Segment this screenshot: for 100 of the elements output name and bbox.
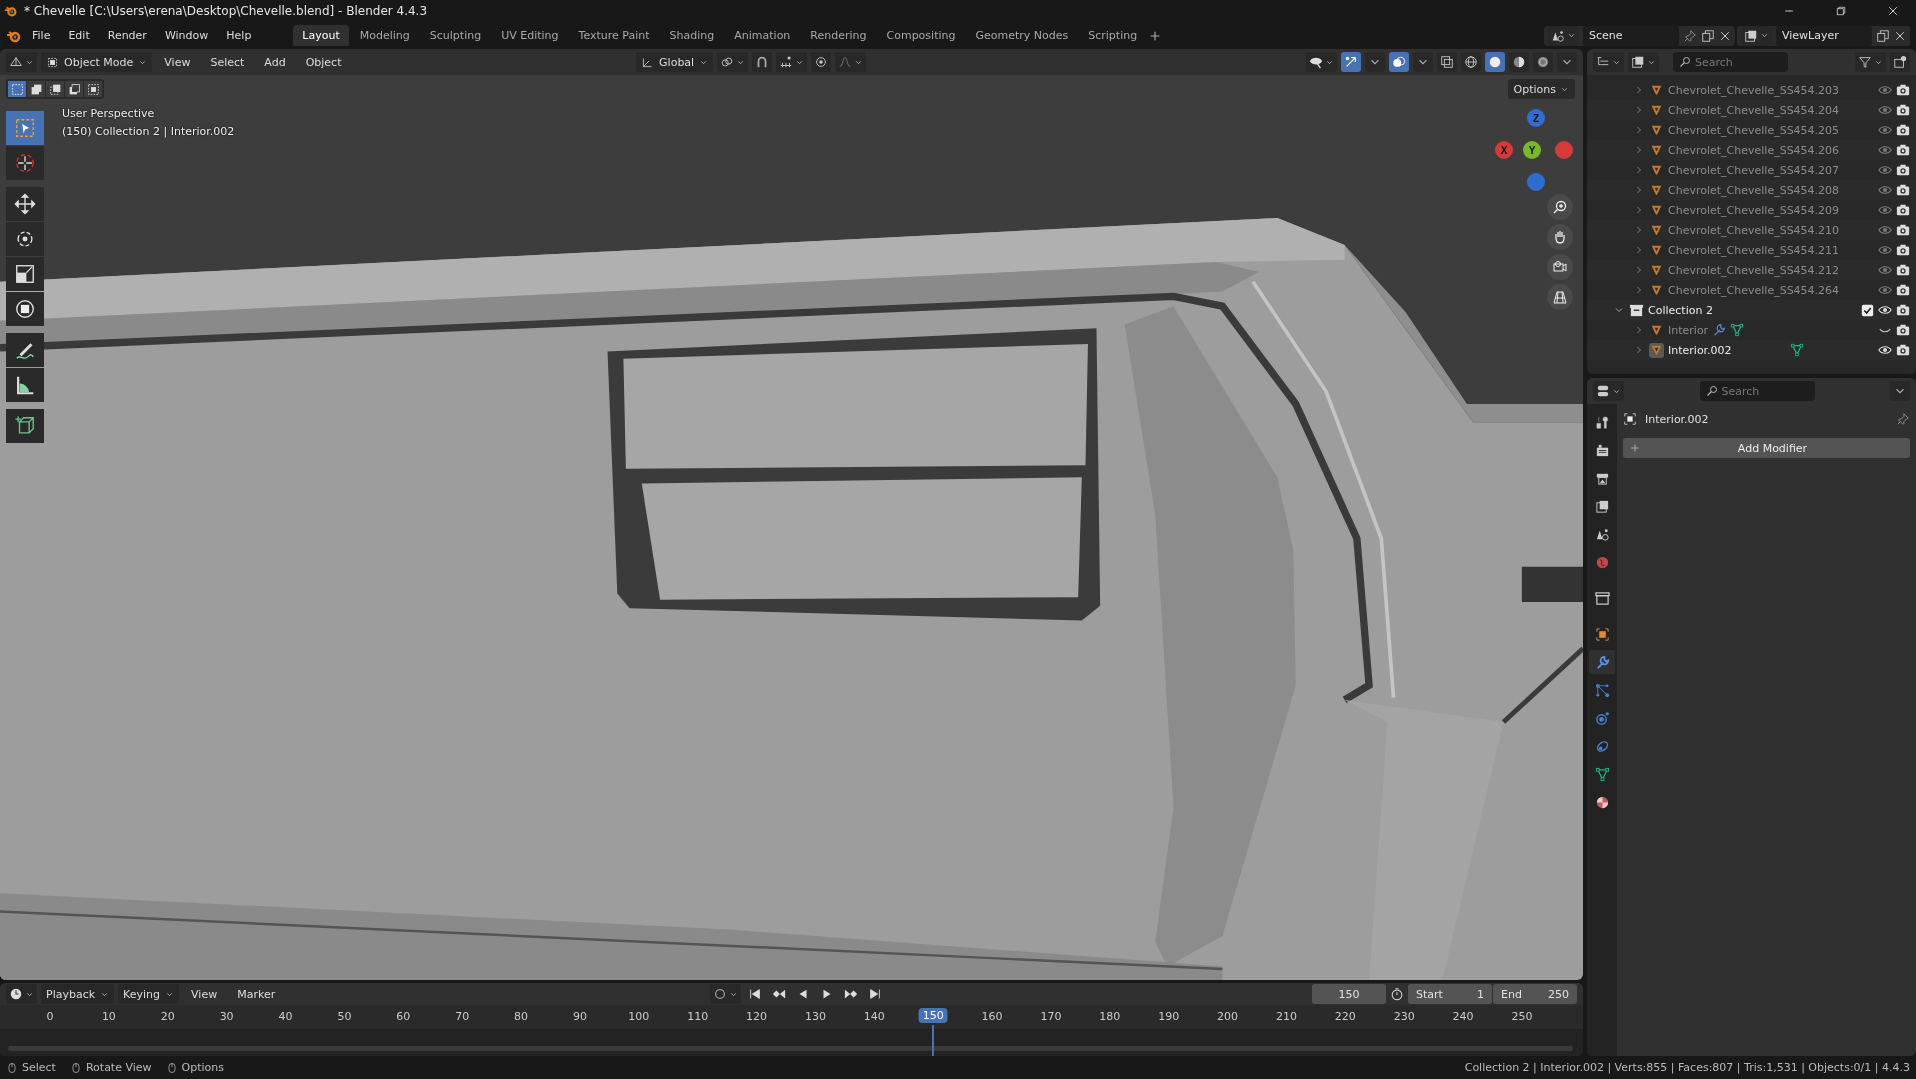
camera-view-button[interactable] (1547, 254, 1573, 280)
mesh-object-icon[interactable] (1649, 342, 1664, 358)
visibility-button[interactable] (1306, 52, 1337, 72)
camera-icon[interactable] (1896, 83, 1910, 97)
workspace-tab[interactable]: Compositing (877, 25, 965, 46)
measure-tool[interactable] (6, 368, 44, 402)
display-mode-button[interactable] (1628, 52, 1659, 72)
menu-item[interactable]: Help (218, 26, 260, 45)
object-name[interactable]: Chevrolet_Chevelle_SS454.210 (1668, 223, 1840, 237)
filter-button[interactable] (1855, 52, 1886, 72)
workspace-tab[interactable]: Rendering (801, 25, 876, 46)
orientation-dropdown[interactable]: Global (636, 52, 714, 72)
object-name[interactable]: Chevrolet_Chevelle_SS454.211 (1668, 243, 1840, 257)
menu-item[interactable]: Edit (60, 26, 98, 45)
rotate-tool[interactable] (6, 222, 44, 256)
move-tool[interactable] (6, 187, 44, 221)
menu-item[interactable]: View (183, 984, 226, 1004)
search-field[interactable]: Search (1673, 52, 1788, 72)
options-dropdown[interactable]: Options (1507, 79, 1575, 99)
rendered-shading-button[interactable] (1533, 52, 1553, 72)
shading-menu-button[interactable] (1557, 52, 1577, 72)
mode-dropdown[interactable]: Object Mode (41, 52, 153, 72)
editor-type-button[interactable] (6, 984, 37, 1004)
camera-icon[interactable] (1896, 303, 1910, 317)
proportional-edit-button[interactable] (811, 52, 832, 72)
object-name[interactable]: Chevrolet_Chevelle_SS454.205 (1668, 123, 1840, 137)
camera-icon[interactable] (1896, 223, 1910, 237)
scene-name-field[interactable]: Scene (1583, 25, 1679, 46)
axis-handle[interactable] (1527, 173, 1545, 191)
modifiers-tab[interactable] (1589, 650, 1615, 674)
search-field[interactable]: Search (1699, 381, 1815, 401)
eye-icon[interactable] (1878, 303, 1892, 317)
object-name[interactable]: Chevrolet_Chevelle_SS454.264 (1668, 283, 1840, 297)
menu-item[interactable]: View (156, 52, 199, 72)
object-name[interactable]: Chevrolet_Chevelle_SS454.203 (1668, 83, 1840, 97)
camera-icon[interactable] (1896, 103, 1910, 117)
camera-icon[interactable] (1896, 343, 1910, 357)
object-name[interactable]: Interior.002 (1668, 343, 1732, 357)
pan-button[interactable] (1547, 224, 1573, 250)
camera-icon[interactable] (1896, 203, 1910, 217)
transform-tool[interactable] (6, 292, 44, 326)
cursor-tool[interactable] (6, 146, 44, 180)
object-name[interactable]: Chevrolet_Chevelle_SS454.206 (1668, 143, 1840, 157)
menu-item[interactable]: Window (156, 26, 217, 45)
workspace-tab[interactable]: Shading (660, 25, 724, 46)
material-shading-button[interactable] (1509, 52, 1529, 72)
workspace-tab[interactable]: Scripting (1079, 25, 1147, 46)
selection-mode-button[interactable] (27, 81, 45, 97)
workspace-tab[interactable]: Geometry Nodes (966, 25, 1078, 46)
mesh-data-icon[interactable] (1789, 343, 1804, 357)
solid-shading-button[interactable] (1485, 52, 1505, 72)
perspective-toggle-button[interactable] (1547, 284, 1573, 310)
close-icon[interactable] (1894, 29, 1906, 42)
close-icon[interactable] (1719, 29, 1731, 42)
copy-icon[interactable] (1701, 28, 1715, 43)
menu-item[interactable]: Object (297, 52, 350, 72)
xray-button[interactable] (1437, 52, 1457, 72)
scrollbar[interactable] (8, 1046, 1573, 1051)
menu-item[interactable]: File (24, 26, 59, 45)
camera-icon[interactable] (1896, 243, 1910, 257)
object-name[interactable]: Chevrolet_Chevelle_SS454.204 (1668, 103, 1840, 117)
annotate-tool[interactable] (6, 333, 44, 367)
wireframe-shading-button[interactable] (1461, 52, 1481, 72)
menu-item[interactable]: Marker (229, 984, 284, 1004)
selection-mode-button[interactable] (65, 81, 83, 97)
workspace-tab[interactable]: Sculpting (420, 25, 491, 46)
workspace-tab[interactable]: Modeling (350, 25, 419, 46)
object-name[interactable]: Interior (1668, 323, 1709, 337)
camera-icon[interactable] (1896, 143, 1910, 157)
options-menu-button[interactable] (1890, 381, 1910, 401)
checkbox[interactable] (1861, 303, 1874, 317)
menu-item[interactable]: Render (99, 26, 155, 45)
pin-icon[interactable] (1683, 28, 1697, 43)
auto-keying-button[interactable] (710, 984, 742, 1004)
pin-icon[interactable] (1896, 412, 1910, 426)
mesh-data-icon[interactable] (1730, 323, 1745, 337)
menu-item[interactable]: Add (256, 52, 294, 72)
axis-z-button[interactable]: Z (1527, 109, 1545, 127)
current-frame-field[interactable]: 150 (1312, 984, 1386, 1004)
gizmo-menu-button[interactable] (1365, 52, 1385, 72)
collection-icon[interactable] (1629, 302, 1644, 318)
camera-icon[interactable] (1896, 323, 1910, 337)
new-collection-button[interactable] (1890, 52, 1910, 72)
workspace-tab[interactable]: UV Editing (492, 25, 568, 46)
object-name[interactable]: Chevrolet_Chevelle_SS454.207 (1668, 163, 1840, 177)
selection-mode-button[interactable] (46, 81, 64, 97)
selection-mode-button[interactable] (84, 81, 102, 97)
wrench-icon[interactable] (1712, 323, 1727, 337)
menu-item[interactable]: Select (202, 52, 253, 72)
camera-icon[interactable] (1896, 283, 1910, 297)
camera-icon[interactable] (1896, 263, 1910, 277)
zoom-button[interactable] (1547, 194, 1573, 220)
camera-icon[interactable] (1896, 123, 1910, 137)
snap-button[interactable] (752, 52, 773, 72)
collection-name[interactable]: Collection 2 (1648, 303, 1713, 317)
axis-x-button[interactable]: X (1495, 141, 1513, 159)
camera-icon[interactable] (1896, 163, 1910, 177)
eye-icon[interactable] (1878, 343, 1892, 357)
editor-type-button[interactable] (1593, 381, 1624, 401)
object-name[interactable]: Chevrolet_Chevelle_SS454.209 (1668, 203, 1840, 217)
